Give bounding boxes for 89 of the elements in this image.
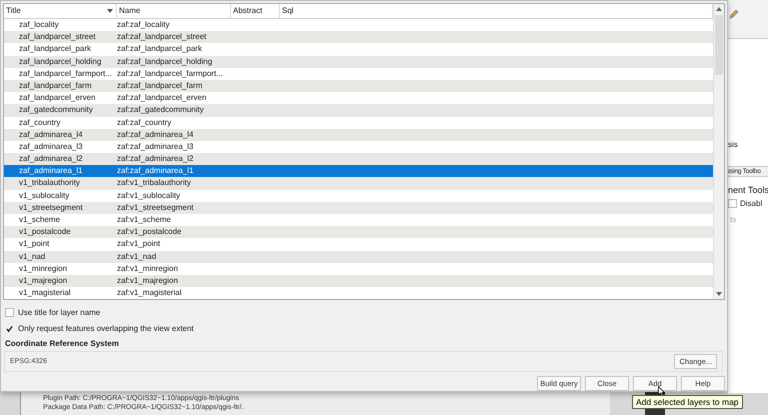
table-row[interactable]: zaf_landparcel_erven zaf:zaf_landparcel_erven bbox=[4, 92, 713, 104]
table-cell-text: v1_scheme bbox=[18, 214, 61, 226]
column-header[interactable]: Abstract bbox=[231, 4, 280, 18]
table-row[interactable]: v1_point zaf:v1_point bbox=[4, 238, 713, 251]
table-cell-text: v1_streetsegment bbox=[18, 202, 84, 214]
table-cell-text: v1_nad bbox=[18, 250, 46, 263]
table-cell-text: zaf:v1_scheme bbox=[117, 214, 172, 226]
checkbox-label: Only request features overlapping the view extent bbox=[18, 324, 194, 334]
table-row[interactable]: zaf_landparcel_holding zaf:zaf_landparcel_holding bbox=[4, 56, 713, 68]
table-row[interactable]: v1_streetsegment zaf:v1_streetsegment bbox=[4, 202, 713, 214]
table-cell-text: zaf_landparcel_erven bbox=[18, 92, 96, 104]
section-heading: Coordinate Reference System bbox=[5, 339, 120, 348]
table-cell-text: zaf_adminarea_l2 bbox=[18, 153, 84, 166]
table-cell-text: zaf:v1_point bbox=[117, 238, 162, 250]
table-cell-text: v1_majregion bbox=[18, 274, 68, 287]
table-cell-text: zaf:zaf_adminarea_l1 bbox=[117, 165, 194, 178]
table-cell-text: zaf_landparcel_holding bbox=[18, 56, 102, 68]
table-cell-text: zaf_adminarea_l4 bbox=[18, 128, 84, 141]
table-cell-text: zaf:zaf_landparcel_street bbox=[117, 31, 208, 44]
table-cell-text: zaf:zaf_adminarea_l2 bbox=[117, 153, 194, 166]
table-row[interactable]: zaf_locality zaf:zaf_locality bbox=[4, 19, 713, 32]
table-row[interactable]: zaf_landparcel_street zaf:zaf_landparcel_street bbox=[4, 31, 713, 44]
table-cell-text: zaf_adminarea_l3 bbox=[18, 140, 84, 153]
table-cell-text: zaf:zaf_landparcel_erven bbox=[117, 92, 208, 104]
checkbox[interactable] bbox=[5, 324, 14, 334]
table-cell-text: zaf:v1_tribalauthority bbox=[117, 177, 192, 190]
checkbox[interactable] bbox=[728, 199, 737, 208]
table-cell-text: zaf:zaf_locality bbox=[117, 19, 170, 31]
table-cell-text: v1_magisterial bbox=[18, 287, 72, 300]
table-cell-text: zaf:v1_majregion bbox=[117, 274, 179, 287]
panel-label[interactable]: sis bbox=[728, 140, 738, 149]
table-row[interactable]: v1_postalcode zaf:v1_postalcode bbox=[4, 226, 713, 238]
table-cell-text: zaf:v1_postalcode bbox=[117, 226, 182, 238]
table-cell-text: zaf_landparcel_street bbox=[18, 31, 96, 44]
column-header[interactable]: Name bbox=[117, 4, 231, 18]
table-row[interactable]: v1_scheme zaf:v1_scheme bbox=[4, 214, 713, 226]
table-row[interactable]: v1_sublocality zaf:v1_sublocality bbox=[4, 190, 713, 202]
checkbox-label: Use title for layer name bbox=[18, 308, 100, 318]
table-cell-text: zaf:v1_nad bbox=[117, 250, 158, 263]
table-cell-text: zaf:zaf_adminarea_l3 bbox=[117, 140, 194, 153]
table-cell-text: zaf:v1_streetsegment bbox=[117, 202, 194, 214]
sort-arrow-icon bbox=[107, 9, 113, 13]
table-row[interactable]: zaf_adminarea_l4 zaf:zaf_adminarea_l4 bbox=[4, 128, 713, 141]
table-cell-text: v1_tribalauthority bbox=[18, 177, 81, 190]
table-cell-text: v1_minregion bbox=[18, 262, 68, 275]
table-cell-text: zaf_gatedcommunity bbox=[18, 104, 94, 116]
table-cell-text: v1_postalcode bbox=[18, 226, 72, 238]
table-cell-text: zaf:v1_minregion bbox=[117, 262, 179, 275]
table-cell-text: zaf:v1_magisterial bbox=[117, 287, 182, 300]
table-cell-text: zaf:zaf_gatedcommunity bbox=[117, 104, 205, 116]
table-cell-text: zaf:zaf_landparcel_farm bbox=[117, 80, 204, 92]
table-cell-text: v1_sublocality bbox=[18, 190, 70, 202]
table-row[interactable]: zaf_landparcel_farmport... zaf:zaf_landparcel_farmport... bbox=[4, 68, 713, 80]
table-row[interactable]: v1_nad zaf:v1_nad bbox=[4, 250, 713, 263]
table-cell-text: zaf:v1_sublocality bbox=[117, 190, 182, 202]
table-row[interactable]: zaf_landparcel_farm zaf:zaf_landparcel_farm bbox=[4, 80, 713, 92]
table-cell-text: zaf_landparcel_farm bbox=[18, 80, 92, 92]
scrollbar[interactable] bbox=[713, 4, 724, 300]
table-row[interactable]: zaf_landparcel_park zaf:zaf_landparcel_park bbox=[4, 43, 713, 56]
table-cell-text: v1_point bbox=[18, 238, 50, 250]
table-row[interactable]: v1_minregion zaf:v1_minregion bbox=[4, 262, 713, 275]
tooltip: Add selected layers to map bbox=[632, 395, 743, 409]
down-arrow-icon[interactable] bbox=[716, 292, 722, 296]
table-cell-text: zaf:zaf_landparcel_farmport... bbox=[117, 68, 224, 80]
pencil-icon[interactable] bbox=[729, 9, 739, 19]
field-hint: ts bbox=[730, 215, 736, 224]
table-row[interactable]: v1_majregion zaf:v1_majregion bbox=[4, 274, 713, 288]
table-cell-text: zaf:zaf_landparcel_holding bbox=[117, 56, 214, 68]
table-cell-text: zaf:zaf_landparcel_park bbox=[117, 43, 203, 56]
table-row[interactable]: zaf_adminarea_l2 zaf:zaf_adminarea_l2 bbox=[4, 153, 713, 166]
mouse-pointer-icon bbox=[658, 386, 665, 397]
scrollbar-thumb[interactable] bbox=[715, 15, 723, 75]
table-row[interactable]: zaf_country zaf:zaf_country bbox=[4, 116, 713, 129]
table-cell-text: zaf_landparcel_park bbox=[18, 43, 92, 56]
checkbox-label: Disabl bbox=[740, 199, 762, 208]
table-cell-text: zaf_landparcel_farmport... bbox=[18, 68, 113, 80]
table-row[interactable]: v1_tribalauthority zaf:v1_tribalauthority bbox=[4, 177, 713, 190]
table-row[interactable]: zaf_gatedcommunity zaf:zaf_gatedcommunity bbox=[4, 104, 713, 116]
table-row[interactable]: v1_magisterial zaf:v1_magisterial bbox=[4, 287, 713, 300]
checkbox[interactable] bbox=[5, 308, 14, 318]
table-cell-text: zaf:zaf_country bbox=[117, 116, 172, 129]
table-cell-text: zaf_adminarea_l1 bbox=[18, 165, 84, 178]
column-header[interactable]: Title bbox=[4, 4, 117, 18]
table-cell-text: zaf_country bbox=[18, 116, 62, 129]
table-cell-text: zaf:zaf_adminarea_l4 bbox=[117, 128, 194, 141]
table-cell-text: zaf_locality bbox=[18, 19, 60, 31]
table-row[interactable]: zaf_adminarea_l1 zaf:zaf_adminarea_l1 bbox=[4, 165, 713, 178]
up-arrow-icon[interactable] bbox=[716, 7, 722, 11]
table-row[interactable]: zaf_adminarea_l3 zaf:zaf_adminarea_l3 bbox=[4, 140, 713, 154]
